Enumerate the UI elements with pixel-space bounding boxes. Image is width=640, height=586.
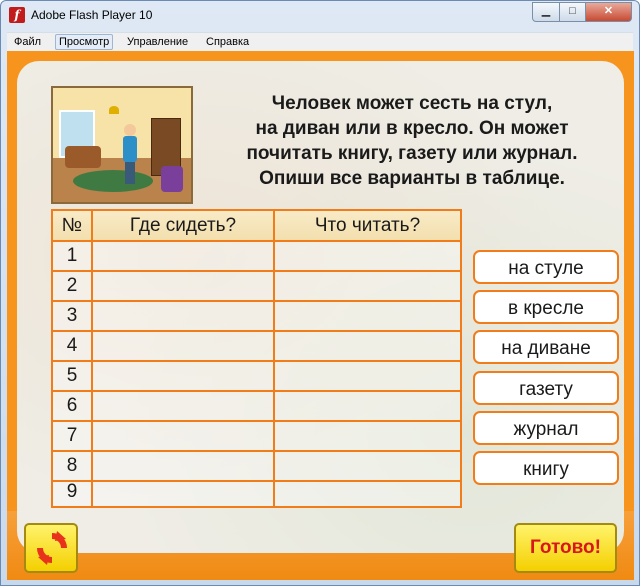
what-cell[interactable] — [275, 362, 460, 390]
table-row: 7 — [53, 422, 460, 452]
what-cell[interactable] — [275, 392, 460, 420]
room-illustration — [51, 86, 193, 204]
word-card-armchair[interactable]: в кресле — [473, 290, 619, 324]
refresh-button[interactable] — [24, 523, 78, 573]
what-cell[interactable] — [275, 242, 460, 270]
row-number: 4 — [66, 335, 78, 356]
menu-help[interactable]: Справка — [203, 35, 252, 49]
window-title: Adobe Flash Player 10 — [31, 8, 153, 22]
table-row: 5 — [53, 362, 460, 392]
row-number: 3 — [66, 305, 78, 326]
done-button[interactable]: Готово! — [514, 523, 617, 573]
row-number: 8 — [66, 455, 78, 476]
row-number: 5 — [66, 365, 78, 386]
word-card-chair[interactable]: на стуле — [473, 250, 619, 284]
task-line: на диван или в кресло. Он может — [255, 118, 569, 139]
table-header: № Где сидеть? Что читать? — [53, 211, 460, 242]
menu-control[interactable]: Управление — [124, 35, 191, 49]
where-cell[interactable] — [93, 478, 273, 506]
what-cell[interactable] — [275, 272, 460, 300]
table-row: 3 — [53, 302, 460, 332]
where-cell[interactable] — [93, 302, 273, 330]
where-cell[interactable] — [93, 242, 273, 270]
flash-stage: Человек может сесть на стул, на диван ил… — [7, 51, 634, 580]
word-card-magazine[interactable]: журнал — [473, 411, 619, 445]
what-cell[interactable] — [275, 452, 460, 480]
row-number: 1 — [66, 245, 78, 266]
refresh-icon — [37, 531, 67, 565]
what-cell[interactable] — [275, 332, 460, 360]
table-row: 6 — [53, 392, 460, 422]
where-cell[interactable] — [93, 392, 273, 420]
app-window: f Adobe Flash Player 10 ▁ □ ✕ Файл Просм… — [0, 0, 640, 586]
where-cell[interactable] — [93, 422, 273, 450]
task-line: почитать книгу, газету или журнал. — [246, 143, 578, 164]
menu-bar: Файл Просмотр Управление Справка — [7, 32, 633, 51]
maximize-button[interactable]: □ — [559, 2, 586, 22]
menu-view[interactable]: Просмотр — [55, 34, 114, 50]
word-card-sofa[interactable]: на диване — [473, 330, 619, 364]
task-line: Опиши все варианты в таблице. — [259, 168, 565, 189]
table-row: 9 — [53, 478, 460, 506]
close-icon: ✕ — [603, 5, 614, 17]
exercise-panel: Человек может сесть на стул, на диван ил… — [17, 61, 624, 553]
row-number: 9 — [66, 481, 78, 502]
what-cell[interactable] — [275, 478, 460, 506]
minimize-icon: ▁ — [541, 5, 551, 17]
where-cell[interactable] — [93, 452, 273, 480]
row-number: 7 — [66, 425, 78, 446]
where-cell[interactable] — [93, 272, 273, 300]
what-cell[interactable] — [275, 302, 460, 330]
header-number: № — [61, 215, 83, 236]
where-cell[interactable] — [93, 332, 273, 360]
word-card-newspaper[interactable]: газету — [473, 371, 619, 405]
row-number: 6 — [66, 395, 78, 416]
header-what-read: Что читать? — [314, 215, 421, 236]
maximize-icon: □ — [569, 5, 576, 17]
where-cell[interactable] — [93, 362, 273, 390]
what-cell[interactable] — [275, 422, 460, 450]
table-row: 2 — [53, 272, 460, 302]
table-row: 1 — [53, 242, 460, 272]
header-where-sit: Где сидеть? — [129, 215, 237, 236]
word-card-book[interactable]: книгу — [473, 451, 619, 485]
menu-file[interactable]: Файл — [11, 35, 44, 49]
title-bar[interactable]: f Adobe Flash Player 10 ▁ □ ✕ — [1, 1, 639, 29]
close-button[interactable]: ✕ — [585, 2, 632, 22]
row-number: 2 — [66, 275, 78, 296]
minimize-button[interactable]: ▁ — [532, 2, 560, 22]
answer-table: № Где сидеть? Что читать? 1 2 3 4 5 6 7 … — [51, 209, 462, 508]
table-row: 4 — [53, 332, 460, 362]
task-text: Человек может сесть на стул, на диван ил… — [207, 91, 617, 191]
column-divider — [273, 211, 275, 506]
flash-player-icon: f — [9, 7, 25, 23]
column-divider — [91, 211, 93, 506]
task-line: Человек может сесть на стул, — [271, 93, 553, 114]
